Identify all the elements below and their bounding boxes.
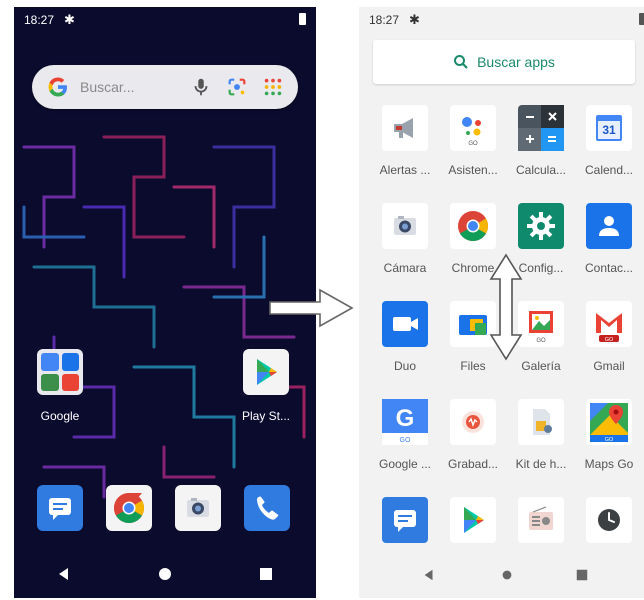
- play-store-icon[interactable]: [243, 349, 289, 395]
- navigation-bar: [14, 550, 316, 598]
- calculator-icon: [518, 105, 564, 151]
- play-store-label: Play St...: [241, 409, 291, 423]
- settings-gear-icon: ✱: [64, 12, 75, 27]
- scroll-double-arrow-icon: [489, 253, 523, 361]
- google-go-icon: G GO: [382, 399, 428, 445]
- svg-text:G: G: [396, 405, 415, 432]
- google-folder-label: Google: [40, 409, 80, 423]
- play-store-icon: [450, 497, 496, 543]
- status-time: 18:27: [24, 13, 55, 27]
- app-asistente[interactable]: GO Asisten...: [437, 103, 509, 193]
- status-bar: 18:27 ✱: [359, 7, 644, 33]
- app-label: Gmail: [593, 359, 625, 373]
- svg-text:GO: GO: [605, 337, 614, 343]
- assistant-go-icon: GO: [450, 105, 496, 151]
- google-folder-icon[interactable]: [37, 349, 83, 395]
- google-logo-icon: [48, 77, 67, 97]
- google-lens-icon[interactable]: [226, 76, 248, 98]
- app-contactos[interactable]: Contac...: [573, 201, 644, 291]
- app-alertas[interactable]: Alertas ...: [369, 103, 441, 193]
- phone-icon[interactable]: [244, 485, 290, 531]
- camera-icon: [382, 203, 428, 249]
- maps-go-icon: GO: [586, 399, 632, 445]
- contacts-icon: [586, 203, 632, 249]
- app-duo[interactable]: Duo: [369, 299, 441, 389]
- radio-icon: [518, 497, 564, 543]
- app-label: Contac...: [584, 261, 634, 275]
- search-placeholder: Buscar...: [80, 79, 135, 95]
- svg-text:GO: GO: [400, 437, 411, 444]
- google-search-bar[interactable]: Buscar...: [32, 65, 298, 109]
- app-calculadora[interactable]: Calcula...: [505, 103, 577, 193]
- search-icon: [454, 55, 468, 69]
- settings-gear-icon: ✱: [409, 12, 420, 27]
- calendar-day: 31: [602, 123, 616, 137]
- transition-arrow-icon: [269, 288, 354, 328]
- app-label: Calend...: [584, 163, 634, 177]
- calendar-icon: 31: [586, 105, 632, 151]
- navigation-bar: [359, 552, 644, 598]
- gallery-go-icon: GO: [518, 301, 564, 347]
- battery-icon: [639, 13, 644, 25]
- microphone-icon[interactable]: [190, 76, 212, 98]
- messages-icon[interactable]: [37, 485, 83, 531]
- app-kit-de-herramientas[interactable]: Kit de h...: [505, 397, 577, 487]
- back-icon[interactable]: [56, 566, 72, 582]
- search-apps-label: Buscar apps: [477, 54, 555, 70]
- recorder-icon: [450, 399, 496, 445]
- clock-icon: [586, 497, 632, 543]
- messages-icon: [382, 497, 428, 543]
- home-icon[interactable]: [157, 566, 173, 582]
- camera-icon[interactable]: [175, 485, 221, 531]
- recents-icon[interactable]: [258, 566, 274, 582]
- alerts-megaphone-icon: [382, 105, 428, 151]
- search-apps-bar[interactable]: Buscar apps: [373, 40, 635, 84]
- battery-icon: [299, 13, 306, 25]
- toolkit-sim-icon: [518, 399, 564, 445]
- chrome-icon[interactable]: [106, 485, 152, 531]
- svg-text:GO: GO: [468, 141, 478, 147]
- svg-text:GO: GO: [605, 437, 614, 443]
- chrome-icon: [450, 203, 496, 249]
- gmail-go-icon: GO: [586, 301, 632, 347]
- back-icon[interactable]: [422, 568, 436, 582]
- app-calendario[interactable]: 31 Calend...: [573, 103, 644, 193]
- home-icon[interactable]: [500, 568, 514, 582]
- apps-grid-icon[interactable]: [262, 76, 284, 98]
- settings-gear-icon: [518, 203, 564, 249]
- recents-icon[interactable]: [575, 568, 589, 582]
- status-time: 18:27: [369, 13, 400, 27]
- duo-video-icon: [382, 301, 428, 347]
- app-grabadora[interactable]: Grabad...: [437, 397, 509, 487]
- status-bar: 18:27 ✱: [14, 7, 316, 33]
- app-maps-go[interactable]: GO Maps Go: [573, 397, 644, 487]
- svg-text:GO: GO: [536, 338, 546, 344]
- app-gmail[interactable]: GO Gmail: [573, 299, 644, 389]
- app-camara[interactable]: Cámara: [369, 201, 441, 291]
- app-google-go[interactable]: G GO Google ...: [369, 397, 441, 487]
- app-label: Maps Go: [584, 457, 634, 471]
